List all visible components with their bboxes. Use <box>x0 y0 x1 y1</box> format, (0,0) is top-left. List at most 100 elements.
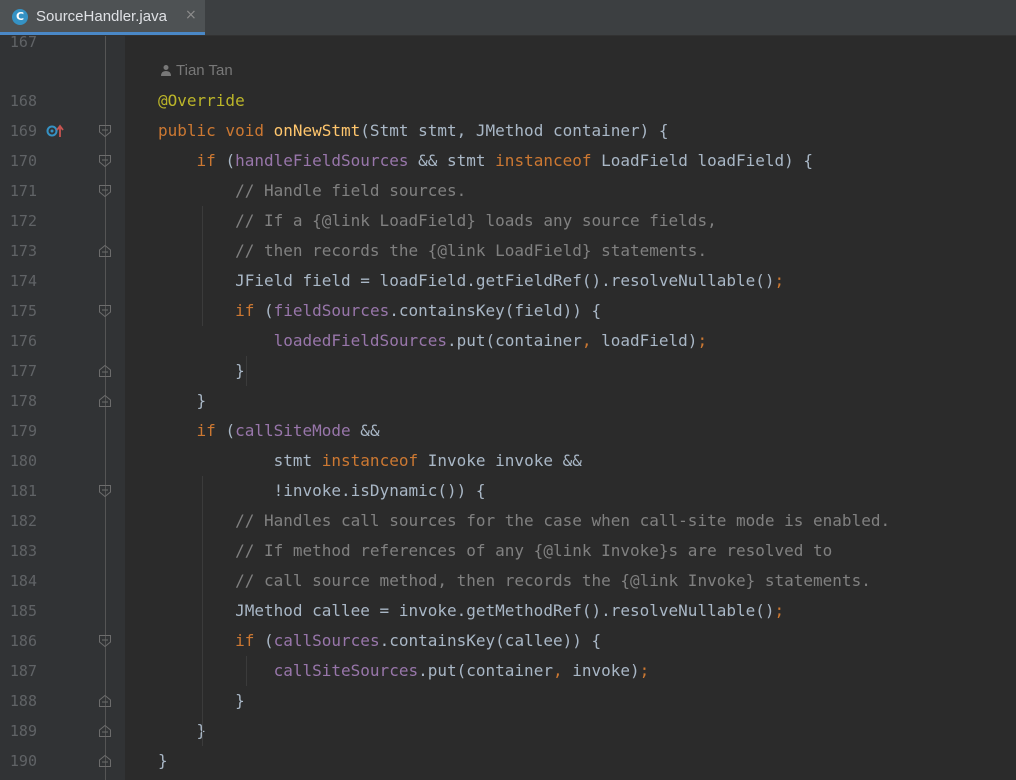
code-token: handleFieldSources <box>235 151 409 170</box>
code-token: ; <box>639 661 650 680</box>
code-line[interactable]: // If a {@link LoadField} loads any sour… <box>158 206 717 236</box>
code-line[interactable]: if (callSources.containsKey(callee)) { <box>158 626 601 656</box>
code-token: ( <box>225 421 236 440</box>
code-line[interactable]: loadedFieldSources.put(container, loadFi… <box>158 326 707 356</box>
code-line[interactable]: // If method references of any {@link In… <box>158 536 832 566</box>
code-token: ; <box>774 601 785 620</box>
code-token: ( <box>263 301 274 320</box>
fold-start-icon[interactable] <box>98 154 112 168</box>
code-line[interactable]: if (handleFieldSources && stmt instanceo… <box>158 146 814 176</box>
fold-start-icon[interactable] <box>98 304 112 318</box>
fold-start-icon[interactable] <box>98 634 112 648</box>
code-token: stmt <box>158 451 322 470</box>
line-number: 181 <box>9 482 37 500</box>
code-token: onNewStmt <box>273 121 361 140</box>
code-line[interactable]: // Handle field sources. <box>158 176 466 206</box>
gutter-separator <box>105 36 106 780</box>
code-token: callSources <box>273 631 380 650</box>
indent-guide <box>202 206 203 326</box>
code-line[interactable]: // then records the {@link LoadField} st… <box>158 236 707 266</box>
line-number: 180 <box>9 452 37 470</box>
code-token: .containsKey(field)) { <box>389 301 602 320</box>
code-token: } <box>158 391 207 410</box>
code-token: // If method references of any {@link In… <box>235 541 833 560</box>
java-class-icon: C <box>12 9 28 25</box>
code-token: fieldSources <box>273 301 390 320</box>
fold-start-icon[interactable] <box>98 484 112 498</box>
code-token: // Handles call sources for the case whe… <box>235 511 891 530</box>
code-line[interactable]: } <box>158 386 207 416</box>
override-gutter-icon[interactable] <box>46 123 66 139</box>
close-icon[interactable]: × <box>185 7 197 23</box>
indent-guide <box>246 656 247 686</box>
code-line[interactable]: if (callSiteMode && <box>158 416 380 446</box>
code-token: !invoke.isDynamic()) { <box>158 481 486 500</box>
line-number: 184 <box>9 572 37 590</box>
code-token: ; <box>697 331 708 350</box>
code-line[interactable]: } <box>158 746 168 776</box>
author-name: Tian Tan <box>176 62 233 79</box>
code-line[interactable]: if (fieldSources.containsKey(field)) { <box>158 296 601 326</box>
line-number: 175 <box>9 302 37 320</box>
line-number: 167 <box>9 36 37 51</box>
code-token: Invoke invoke && <box>427 451 582 470</box>
line-number: 189 <box>9 722 37 740</box>
code-line[interactable]: callSiteSources.put(container, invoke); <box>158 656 650 686</box>
line-number: 182 <box>9 512 37 530</box>
code-line[interactable]: // Handles call sources for the case whe… <box>158 506 890 536</box>
line-number: 171 <box>9 182 37 200</box>
code-token: if <box>196 421 226 440</box>
line-number: 187 <box>9 662 37 680</box>
code-token: .put(container <box>446 331 582 350</box>
line-number: 185 <box>9 602 37 620</box>
fold-end-icon[interactable] <box>98 724 112 738</box>
code-line[interactable]: @Override <box>158 86 245 116</box>
code-token: // call source method, then records the … <box>235 571 871 590</box>
code-line[interactable]: } <box>158 356 245 386</box>
fold-end-icon[interactable] <box>98 754 112 768</box>
code-line[interactable]: public void onNewStmt(Stmt stmt, JMethod… <box>158 116 669 146</box>
code-token: JField field = loadField.getFieldRef().r… <box>158 271 775 290</box>
code-token: loadField) <box>601 331 698 350</box>
code-token: } <box>158 751 168 770</box>
code-token: && <box>350 421 380 440</box>
code-token: callSiteSources <box>273 661 419 680</box>
tab-sourcehandler[interactable]: C SourceHandler.java × <box>0 0 205 35</box>
code-line[interactable]: } <box>158 716 207 746</box>
code-token: invoke) <box>572 661 640 680</box>
code-token: , <box>552 661 573 680</box>
code-token: public void <box>158 121 274 140</box>
fold-end-icon[interactable] <box>98 244 112 258</box>
code-token: && stmt <box>408 151 496 170</box>
line-number: 178 <box>9 392 37 410</box>
fold-start-icon[interactable] <box>98 184 112 198</box>
indent-guide <box>246 356 247 386</box>
line-number: 179 <box>9 422 37 440</box>
code-line[interactable]: stmt instanceof Invoke invoke && <box>158 446 582 476</box>
fold-end-icon[interactable] <box>98 694 112 708</box>
code-token: instanceof <box>495 151 602 170</box>
code-line[interactable]: JMethod callee = invoke.getMethodRef().r… <box>158 596 784 626</box>
fold-end-icon[interactable] <box>98 364 112 378</box>
code-editor[interactable]: Tian Tan 167 168 @Override 169 public void o… <box>0 36 1016 780</box>
line-number: 169 <box>9 122 37 140</box>
fold-end-icon[interactable] <box>98 394 112 408</box>
code-line[interactable]: !invoke.isDynamic()) { <box>158 476 486 506</box>
code-line[interactable]: // call source method, then records the … <box>158 566 871 596</box>
line-number: 176 <box>9 332 37 350</box>
code-token: ( <box>263 631 274 650</box>
code-token: ( <box>225 151 236 170</box>
line-number: 177 <box>9 362 37 380</box>
code-line[interactable]: JField field = loadField.getFieldRef().r… <box>158 266 784 296</box>
code-token: ; <box>774 271 785 290</box>
code-token: loadedFieldSources <box>273 331 447 350</box>
code-token: // Handle field sources. <box>235 181 467 200</box>
fold-start-icon[interactable] <box>98 124 112 138</box>
code-token: if <box>196 151 226 170</box>
